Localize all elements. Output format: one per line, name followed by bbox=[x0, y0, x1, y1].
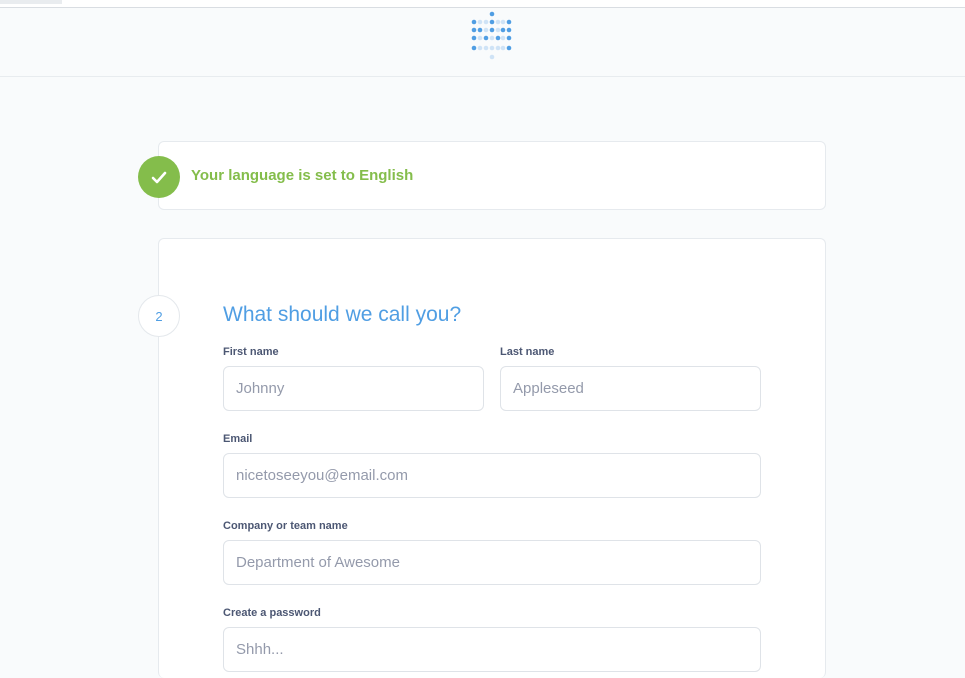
email-input[interactable] bbox=[223, 453, 761, 498]
company-label: Company or team name bbox=[223, 520, 348, 532]
language-status-text: Your language is set to English bbox=[191, 167, 414, 184]
form-title: What should we call you? bbox=[223, 303, 462, 326]
password-label: Create a password bbox=[223, 607, 321, 619]
step-number-badge: 2 bbox=[138, 295, 180, 337]
check-icon bbox=[138, 156, 180, 198]
last-name-input[interactable] bbox=[500, 366, 761, 411]
email-label: Email bbox=[223, 433, 253, 445]
browser-top-strip bbox=[0, 0, 965, 8]
metabase-dots-logo-icon[interactable] bbox=[470, 9, 514, 63]
last-name-label: Last name bbox=[500, 346, 555, 358]
first-name-input[interactable] bbox=[223, 366, 484, 411]
first-name-label: First name bbox=[223, 346, 279, 358]
company-input[interactable] bbox=[223, 540, 761, 585]
browser-tab-edge bbox=[0, 0, 62, 4]
page-header bbox=[0, 8, 965, 77]
password-input[interactable] bbox=[223, 627, 761, 672]
